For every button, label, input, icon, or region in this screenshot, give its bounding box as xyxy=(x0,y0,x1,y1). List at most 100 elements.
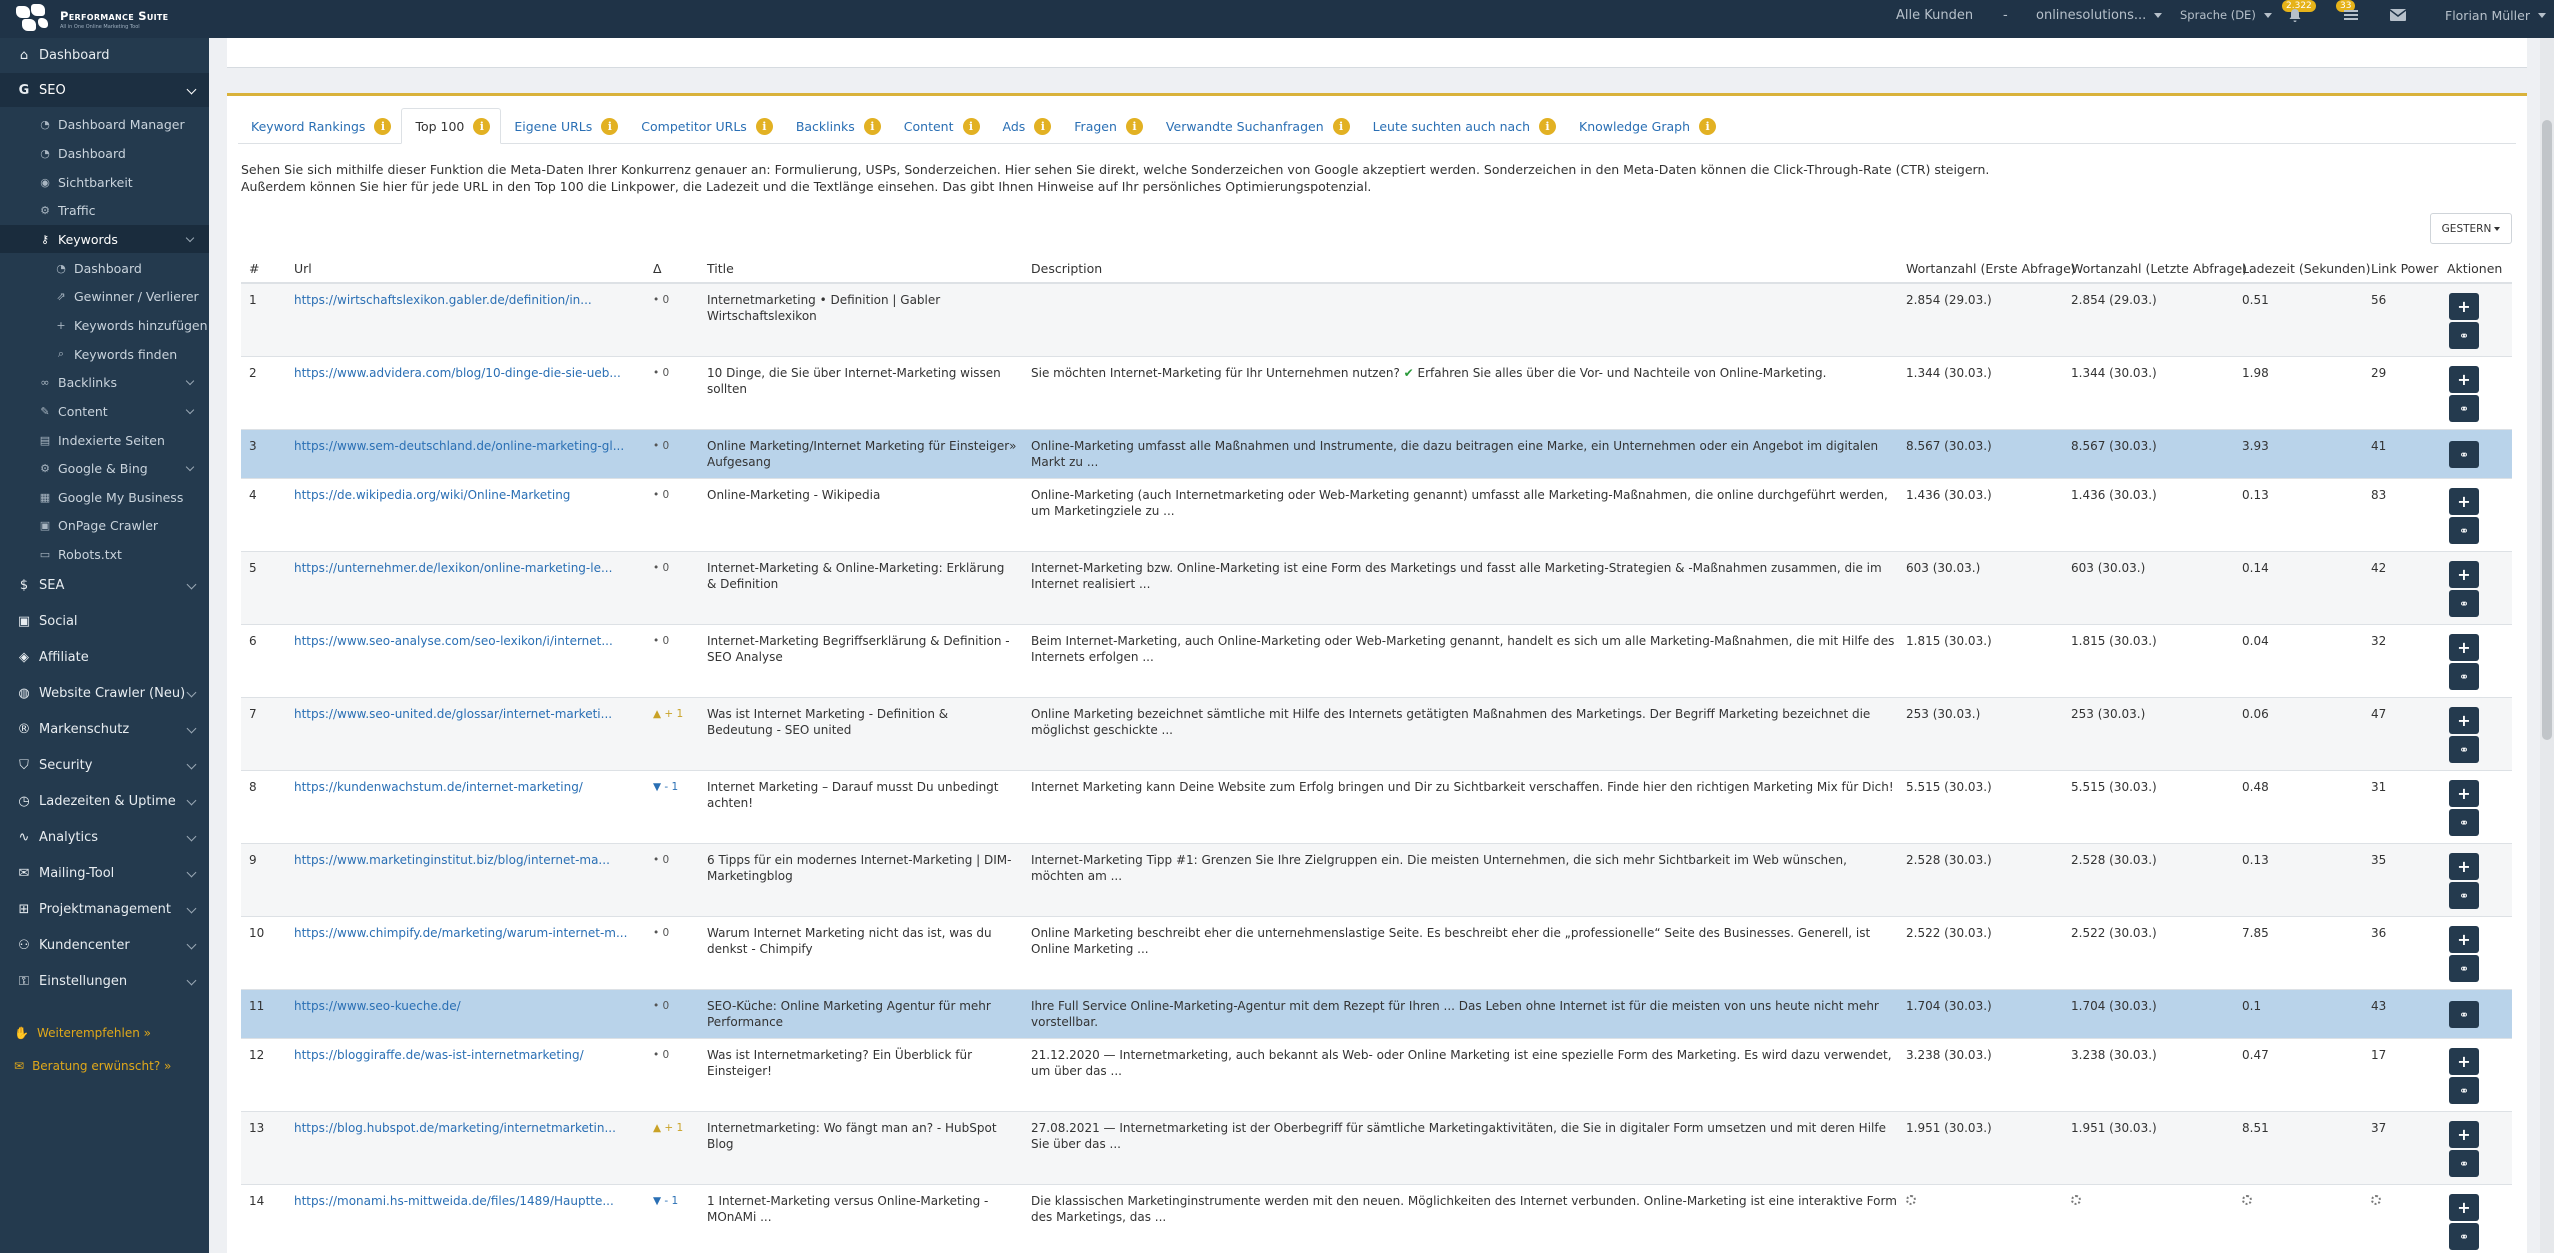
link-icon[interactable]: ⚭ xyxy=(2449,809,2479,836)
add-keyword-button[interactable]: + xyxy=(2449,1121,2479,1148)
sidebar-item-sea[interactable]: $ SEA xyxy=(0,568,209,602)
add-keyword-button[interactable]: + xyxy=(2449,853,2479,880)
tab-top-100[interactable]: Top 100 i xyxy=(401,108,502,144)
sidebar-item-website-crawler[interactable]: ◍ Website Crawler (Neu) xyxy=(0,676,209,710)
language-select[interactable]: Sprache (DE) xyxy=(2180,0,2272,30)
sidebar-item-dashboard-manager[interactable]: ◔ Dashboard Manager xyxy=(0,110,209,138)
tab-competitor-urls[interactable]: Competitor URLs i xyxy=(628,108,783,144)
sidebar-item-keywords-finden[interactable]: ⌕ Keywords finden xyxy=(0,340,209,368)
recommend-link[interactable]: ✋ Weiterempfehlen » xyxy=(14,1026,151,1040)
url-link[interactable]: https://bloggiraffe.de/was-ist-internetm… xyxy=(294,1047,584,1063)
tab-eigene-urls[interactable]: Eigene URLs i xyxy=(501,108,628,144)
sidebar-item-affiliate[interactable]: ◈ Affiliate xyxy=(0,640,209,674)
sidebar-item-robots-txt[interactable]: ▭ Robots.txt xyxy=(0,540,209,568)
link-icon[interactable]: ⚭ xyxy=(2449,663,2479,690)
tab-keyword-rankings[interactable]: Keyword Rankings i xyxy=(238,108,401,144)
customer-select[interactable]: Alle Kunden xyxy=(1896,0,1973,30)
url-link[interactable]: https://www.marketinginstitut.biz/blog/i… xyxy=(294,852,610,868)
date-dropdown-button[interactable]: GESTERN xyxy=(2430,213,2512,244)
info-icon[interactable]: i xyxy=(1699,117,1717,135)
info-icon[interactable]: i xyxy=(1332,117,1350,135)
link-icon[interactable]: ⚭ xyxy=(2449,441,2479,468)
add-keyword-button[interactable]: + xyxy=(2449,707,2479,734)
sidebar-item-projektmanagement[interactable]: ⊞ Projektmanagement xyxy=(0,892,209,926)
sidebar-item-kundencenter[interactable]: ⚇ Kundencenter xyxy=(0,928,209,962)
sidebar-item-backlinks[interactable]: ∞ Backlinks xyxy=(0,368,209,396)
sidebar-item-ladezeiten[interactable]: ◷ Ladezeiten & Uptime xyxy=(0,784,209,818)
url-link[interactable]: https://www.sem-deutschland.de/online-ma… xyxy=(294,438,624,454)
list-icon[interactable] xyxy=(2344,0,2358,30)
url-link[interactable]: https://wirtschaftslexikon.gabler.de/def… xyxy=(294,292,592,308)
sidebar-item-content[interactable]: ✎ Content xyxy=(0,397,209,425)
scrollbar-thumb[interactable] xyxy=(2542,120,2552,740)
sidebar-item-seo[interactable]: G SEO xyxy=(0,73,209,107)
add-keyword-button[interactable]: + xyxy=(2449,634,2479,661)
user-menu[interactable]: Florian Müller xyxy=(2445,0,2546,30)
tab-fragen[interactable]: Fragen i xyxy=(1061,108,1153,144)
tab-content[interactable]: Content i xyxy=(891,108,990,144)
url-link[interactable]: https://de.wikipedia.org/wiki/Online-Mar… xyxy=(294,487,570,503)
sidebar-item-security[interactable]: ⛉ Security xyxy=(0,748,209,782)
link-icon[interactable]: ⚭ xyxy=(2449,517,2479,544)
col-header-url[interactable]: Url xyxy=(294,261,312,276)
link-icon[interactable]: ⚭ xyxy=(2449,1001,2479,1028)
add-keyword-button[interactable]: + xyxy=(2449,366,2479,393)
link-icon[interactable]: ⚭ xyxy=(2449,1077,2479,1104)
sidebar-item-gewinner-verlierer[interactable]: ⇗ Gewinner / Verlierer xyxy=(0,282,209,310)
tab-verwandte-suchanfragen[interactable]: Verwandte Suchanfragen i xyxy=(1153,108,1360,144)
brand-logo[interactable]: Performance Suite All in One Online Mark… xyxy=(14,3,168,35)
url-link[interactable]: https://www.seo-analyse.com/seo-lexikon/… xyxy=(294,633,613,649)
info-icon[interactable]: i xyxy=(755,117,773,135)
tab-knowledge-graph[interactable]: Knowledge Graph i xyxy=(1566,108,1726,144)
sidebar-item-social[interactable]: ▣ Social xyxy=(0,604,209,638)
sidebar-item-markenschutz[interactable]: ® Markenschutz xyxy=(0,712,209,746)
add-keyword-button[interactable]: + xyxy=(2449,561,2479,588)
url-link[interactable]: https://www.seo-kueche.de/ xyxy=(294,998,461,1014)
consulting-link[interactable]: ✉ Beratung erwünscht? » xyxy=(14,1059,171,1073)
add-keyword-button[interactable]: + xyxy=(2449,1048,2479,1075)
link-icon[interactable]: ⚭ xyxy=(2449,1150,2479,1177)
tab-ads[interactable]: Ads i xyxy=(990,108,1062,144)
info-icon[interactable]: i xyxy=(601,117,619,135)
add-keyword-button[interactable]: + xyxy=(2449,1194,2479,1221)
sidebar-item-sichtbarkeit[interactable]: ◉ Sichtbarkeit xyxy=(0,168,209,196)
tab-leute-suchten-auch-nach[interactable]: Leute suchten auch nach i xyxy=(1360,108,1566,144)
sidebar-item-analytics[interactable]: ∿ Analytics xyxy=(0,820,209,854)
add-keyword-button[interactable]: + xyxy=(2449,293,2479,320)
sidebar-item-dashboard[interactable]: ⌂ Dashboard xyxy=(0,38,209,72)
sidebar-item-keywords-dashboard[interactable]: ◔ Dashboard xyxy=(0,254,209,282)
sidebar-item-traffic[interactable]: ⚙ Traffic xyxy=(0,196,209,224)
link-icon[interactable]: ⚭ xyxy=(2449,322,2479,349)
sidebar-item-google-bing[interactable]: ⚙ Google & Bing xyxy=(0,454,209,482)
sidebar-item-onpage-crawler[interactable]: ▣ OnPage Crawler xyxy=(0,511,209,539)
mail-icon[interactable] xyxy=(2390,0,2406,30)
info-icon[interactable]: i xyxy=(962,117,980,135)
col-header-wordcount-first[interactable]: Wortanzahl (Erste Abfrage) xyxy=(1906,261,2076,276)
info-icon[interactable]: i xyxy=(1125,117,1143,135)
sidebar-item-mailing-tool[interactable]: ✉ Mailing-Tool xyxy=(0,856,209,890)
add-keyword-button[interactable]: + xyxy=(2449,926,2479,953)
col-header-delta[interactable]: Δ xyxy=(653,261,662,276)
col-header-link-power[interactable]: Link Power xyxy=(2371,261,2438,276)
url-link[interactable]: https://www.seo-united.de/glossar/intern… xyxy=(294,706,612,722)
link-icon[interactable]: ⚭ xyxy=(2449,736,2479,763)
link-icon[interactable]: ⚭ xyxy=(2449,882,2479,909)
bell-icon[interactable] xyxy=(2288,0,2302,30)
info-icon[interactable]: i xyxy=(1034,117,1052,135)
sidebar-item-einstellungen[interactable]: ⚿ Einstellungen xyxy=(0,964,209,998)
tab-backlinks[interactable]: Backlinks i xyxy=(783,108,891,144)
info-icon[interactable]: i xyxy=(863,117,881,135)
url-link[interactable]: https://kundenwachstum.de/internet-marke… xyxy=(294,779,583,795)
add-keyword-button[interactable]: + xyxy=(2449,780,2479,807)
account-select[interactable]: onlinesolutions... xyxy=(2036,0,2163,30)
url-link[interactable]: https://monami.hs-mittweida.de/files/148… xyxy=(294,1193,614,1209)
col-header-title[interactable]: Title xyxy=(707,261,734,276)
sidebar-item-keywords[interactable]: ⚷ Keywords xyxy=(0,225,209,253)
link-icon[interactable]: ⚭ xyxy=(2449,395,2479,422)
col-header-description[interactable]: Description xyxy=(1031,261,1102,276)
link-icon[interactable]: ⚭ xyxy=(2449,955,2479,982)
link-icon[interactable]: ⚭ xyxy=(2449,1223,2479,1250)
url-link[interactable]: https://www.advidera.com/blog/10-dinge-d… xyxy=(294,365,621,381)
add-keyword-button[interactable]: + xyxy=(2449,488,2479,515)
sidebar-item-indexierte-seiten[interactable]: ▤ Indexierte Seiten xyxy=(0,426,209,454)
